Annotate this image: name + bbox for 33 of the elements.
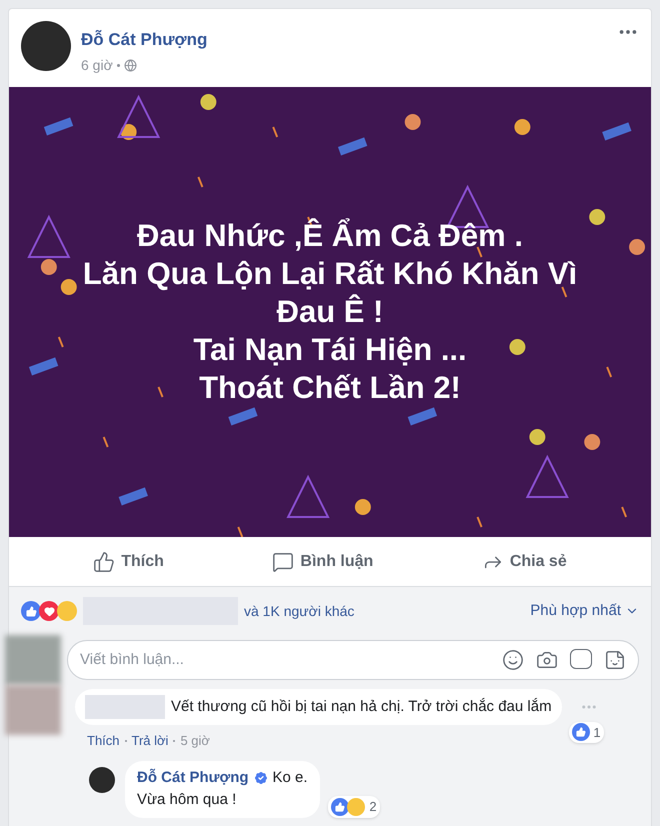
poster-text: Tai Nạn Tái Hiện ...	[193, 331, 467, 369]
comment-input[interactable]: Viết bình luận...	[80, 648, 502, 672]
reply-author[interactable]: Đỗ Cát Phượng	[137, 766, 249, 789]
reply-text: Ko e.	[272, 768, 308, 788]
reactions-summary[interactable]: và 1K người khác	[244, 600, 354, 622]
speech-bubble-icon	[272, 550, 294, 572]
globe-icon	[124, 58, 137, 72]
poster-text: Đau Ê !	[276, 293, 384, 331]
thumbs-up-icon	[93, 550, 116, 572]
comment-button[interactable]: Bình luận	[272, 550, 374, 574]
reply-text: Vừa hôm qua !	[137, 790, 238, 810]
reply-avatar[interactable]	[89, 766, 115, 792]
comment-action-link[interactable]: Thích	[87, 731, 120, 750]
comment-text: Vết thương cũ hồi bị tai nạn hả chị. Trở trời chắc đau lắm	[171, 696, 552, 717]
poster-text: Thoát Chết Lần 2!	[199, 369, 461, 407]
share-button[interactable]: Chia sẻ	[482, 550, 567, 574]
comment-time: 5 giờ	[180, 732, 210, 750]
comment-action-link[interactable]: Trả lời	[132, 731, 168, 750]
poster-text: Đau Nhức ,Ê Ẩm Cả Đêm .	[137, 217, 523, 255]
camera-icon[interactable]	[536, 649, 558, 671]
avatar[interactable]	[21, 21, 71, 71]
like-button[interactable]: Thích	[93, 550, 164, 574]
reaction-icons[interactable]	[21, 601, 77, 621]
commenter-avatar	[5, 685, 61, 735]
emoji-icon[interactable]	[502, 649, 524, 671]
sort-dropdown[interactable]: Phù hợp nhất	[530, 600, 639, 622]
author-name[interactable]: Đỗ Cát Phượng	[81, 27, 208, 52]
comment-field[interactable]: Viết bình luận...	[67, 640, 639, 680]
poster-text: Lăn Qua Lộn Lại Rất Khó Khăn Vì	[82, 255, 578, 293]
sticker-icon[interactable]	[604, 649, 626, 671]
like-count-badge[interactable]: 1	[569, 722, 604, 743]
reaction-count-badge[interactable]: 2	[328, 796, 380, 818]
commenter-avatar	[5, 635, 61, 685]
